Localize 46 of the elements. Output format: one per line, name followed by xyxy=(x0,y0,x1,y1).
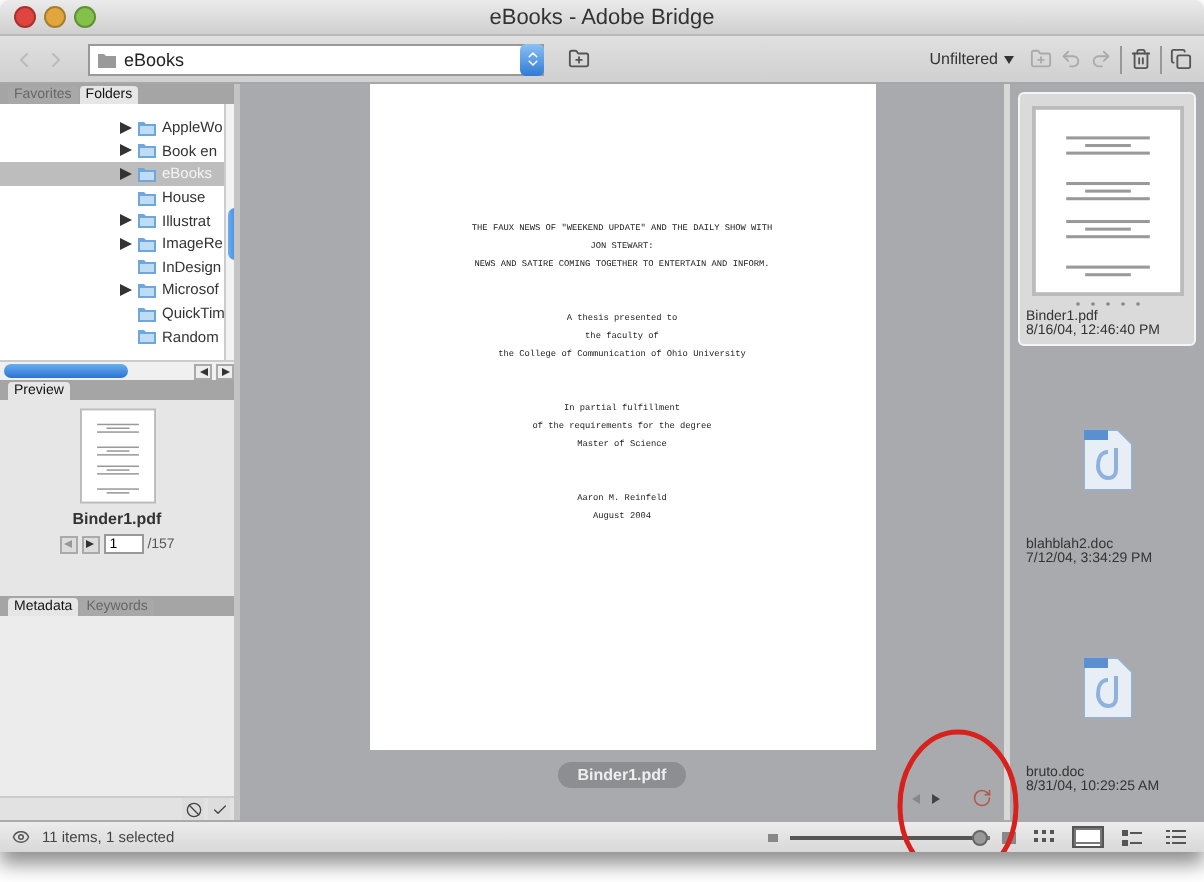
folder-icon xyxy=(138,119,156,136)
view-mode-button[interactable] xyxy=(1160,826,1192,848)
file-name-label: Binder1.pdf xyxy=(557,762,687,788)
folder-icon[interactable] xyxy=(568,48,590,70)
copy-icon[interactable] xyxy=(1170,48,1192,70)
view-mode-button[interactable] xyxy=(1072,826,1104,848)
eye-icon[interactable] xyxy=(12,828,30,846)
trash-icon[interactable] xyxy=(1130,48,1152,70)
view-mode-button[interactable] xyxy=(1116,826,1148,848)
next-icon[interactable] xyxy=(932,793,940,803)
path-dropdown[interactable]: eBooks xyxy=(88,43,544,75)
view-mode-button[interactable] xyxy=(1028,826,1060,848)
left-triangle-icon xyxy=(199,367,207,375)
small-thumbnail-icon[interactable] xyxy=(768,833,778,841)
window-title: eBooks - Adobe Bridge xyxy=(487,5,717,29)
stepper-icon xyxy=(520,43,544,75)
right-triangle-icon xyxy=(86,540,95,548)
folder-icon xyxy=(138,281,156,298)
folder-icon xyxy=(138,189,156,206)
document-icon xyxy=(1081,428,1133,492)
folder-icon xyxy=(138,258,156,275)
check-icon[interactable] xyxy=(208,798,230,820)
folder-icon xyxy=(138,305,156,322)
folder-icon xyxy=(138,235,156,252)
expand-arrow-icon[interactable] xyxy=(120,283,132,296)
horizontal-scrollbar[interactable] xyxy=(0,360,234,380)
cancel-icon[interactable] xyxy=(182,798,204,820)
caret-icon xyxy=(1004,55,1014,63)
filter-dropdown[interactable]: Unfiltered xyxy=(921,50,1022,68)
left-triangle-icon xyxy=(64,540,73,548)
zoom-button[interactable] xyxy=(74,6,96,28)
document-icon xyxy=(1081,656,1133,720)
minimize-button[interactable] xyxy=(44,6,66,28)
folder-icon xyxy=(138,165,156,182)
folder-icon xyxy=(138,212,156,229)
folder-icon xyxy=(138,328,156,345)
folder-icon xyxy=(98,51,116,67)
scroll-left-button[interactable] xyxy=(194,363,212,379)
document-thumbnail xyxy=(79,408,155,504)
close-button[interactable] xyxy=(14,6,36,28)
scroll-right-button[interactable] xyxy=(216,363,234,379)
preview-file-name: Binder1.pdf xyxy=(72,510,162,528)
vertical-scrollbar[interactable] xyxy=(224,104,234,360)
next-page-button[interactable] xyxy=(81,535,100,553)
folder-icon xyxy=(138,142,156,159)
right-triangle-icon xyxy=(221,367,229,375)
